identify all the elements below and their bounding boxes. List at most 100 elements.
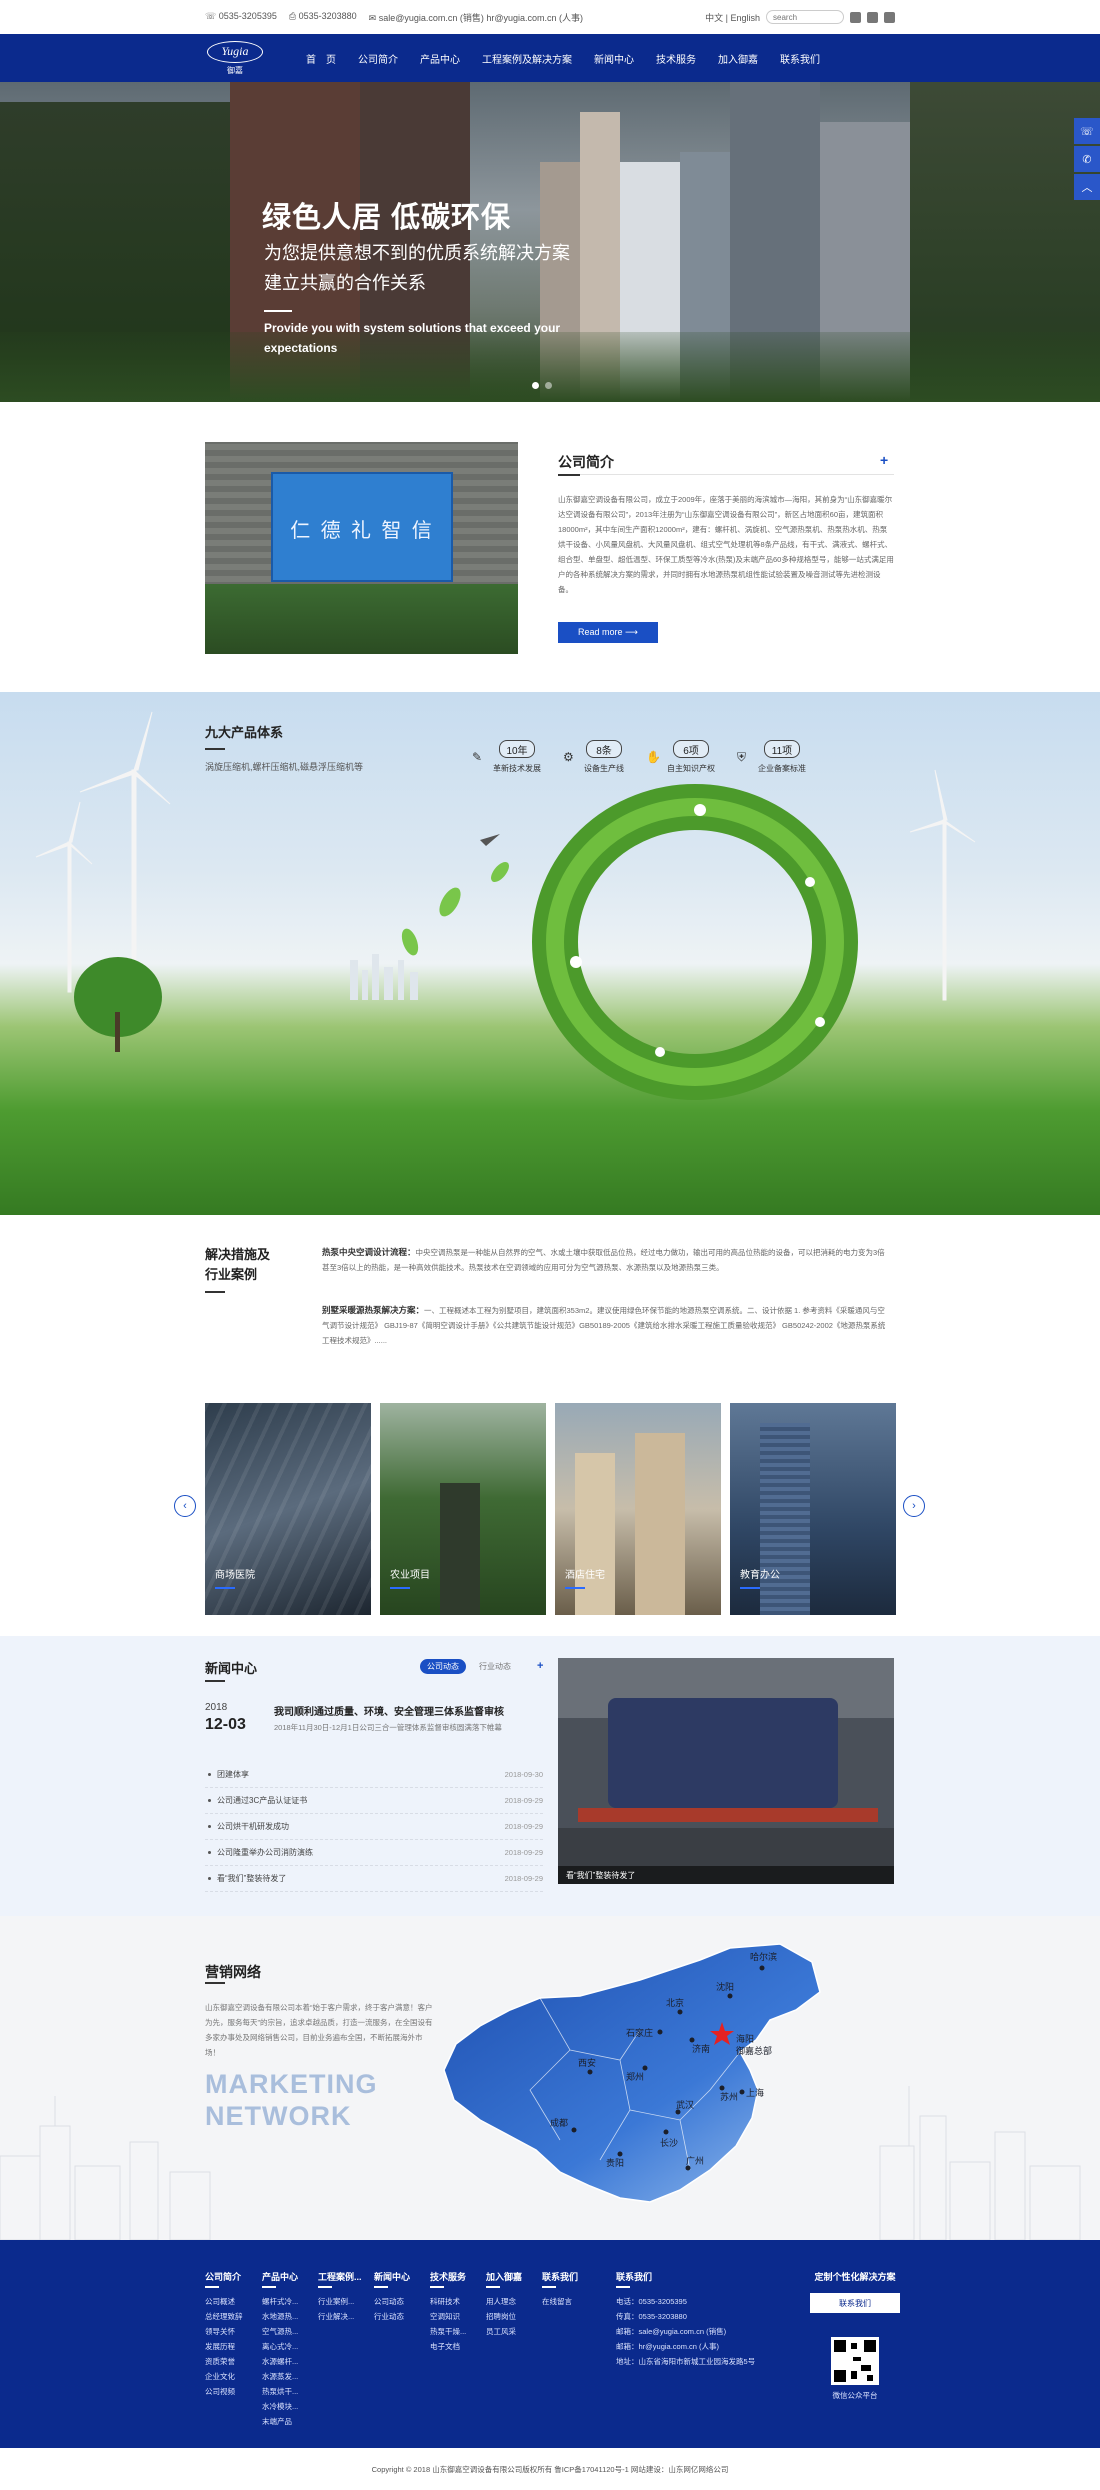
city-label: 郑州 bbox=[626, 2071, 644, 2082]
tab-company-news[interactable]: 公司动态 bbox=[420, 1658, 466, 1674]
list-item[interactable]: 公司隆重举办公司消防演练 2018-09-29 bbox=[205, 1840, 543, 1866]
network-title: 营销网络 bbox=[205, 1964, 261, 1980]
wrench-icon: ✎ bbox=[472, 750, 483, 764]
footer-col: 新闻中心 公司动态 行业动态 bbox=[374, 2272, 411, 2321]
city-label: 上海 bbox=[746, 2087, 764, 2098]
about-title: 公司简介 bbox=[558, 454, 614, 470]
list-item[interactable]: 团建体享 2018-09-30 bbox=[205, 1762, 543, 1788]
nav-item-home[interactable]: 首 页 bbox=[295, 51, 347, 66]
contact-us-button[interactable]: 联系我们 bbox=[810, 2293, 900, 2313]
stat-number: 10年 bbox=[499, 740, 535, 758]
carousel-dot[interactable] bbox=[532, 382, 539, 389]
list-item[interactable]: 看“我们”整装待发了 2018-09-29 bbox=[205, 1866, 543, 1892]
back-to-top-icon[interactable]: ︿ bbox=[1074, 174, 1100, 200]
distant-city bbox=[350, 954, 418, 1000]
hero-title: 绿色人居 低碳环保 bbox=[262, 202, 512, 234]
china-map: 哈尔滨 北京 沈阳 石家庄 济南 西安 海阳 郑州 苏州 上海 武汉 成都 长沙… bbox=[443, 1943, 821, 2203]
footer-col: 联系我们 在线留言 bbox=[542, 2272, 579, 2306]
city-label: 海阳 bbox=[736, 2033, 754, 2044]
copyright-bar: Copyright © 2018 山东御嘉空调设备有限公司版权所有 鲁ICP备1… bbox=[0, 2448, 1100, 2490]
news-year: 2018 bbox=[205, 1702, 228, 1713]
logo-cn: 御嘉 bbox=[227, 65, 243, 75]
email-text: ✉ sale@yugia.com.cn (销售) hr@yugia.com.cn… bbox=[368, 12, 584, 23]
network-section: 营销网络 山东御嘉空调设备有限公司本着“始于客户需求，终于客户满意！客户为先，服… bbox=[0, 1916, 1100, 2240]
network-big-text: MARKETING NETWORK bbox=[205, 2069, 378, 2131]
city-label: 贵阳 bbox=[606, 2157, 624, 2168]
stat-label: 企业备案标准 bbox=[758, 764, 806, 773]
city-label: 济南 bbox=[692, 2043, 710, 2054]
shield-icon: ⛨ bbox=[737, 750, 747, 764]
case-card[interactable]: 教育办公 bbox=[730, 1403, 896, 1615]
plus-icon[interactable]: + bbox=[530, 1658, 550, 1674]
news-section: 新闻中心 公司动态 行业动态 + 2018 12-03 我司顺利通过质量、环境、… bbox=[0, 1636, 1100, 1916]
next-arrow-icon[interactable]: › bbox=[903, 1495, 925, 1517]
search-input[interactable] bbox=[766, 10, 844, 24]
qq-icon[interactable] bbox=[867, 11, 878, 23]
divider bbox=[205, 1982, 225, 1984]
phone-icon[interactable]: ☏ bbox=[1074, 118, 1100, 144]
news-list: 团建体享 2018-09-30 公司通过3C产品认证证书 2018-09-29 公司… bbox=[205, 1762, 543, 1892]
blue-wall: 仁 德 礼 智 信 bbox=[271, 472, 453, 582]
weibo-icon[interactable] bbox=[850, 11, 861, 23]
nav-item-about[interactable]: 公司简介 bbox=[347, 51, 409, 66]
stat-item: ⛨ 11项 企业备案标准 bbox=[737, 740, 806, 774]
divider bbox=[205, 748, 225, 750]
logo-mark: Yugia bbox=[207, 40, 263, 63]
case-card[interactable]: 酒店住宅 bbox=[555, 1403, 721, 1615]
solution-item[interactable]: 别墅采暖源热泵解决方案：一、工程概述本工程为别墅项目，建筑面积353m2。建议使… bbox=[322, 1303, 892, 1348]
case-card[interactable]: 商场医院 bbox=[205, 1403, 371, 1615]
stat-item: ⚙ 8条 设备生产线 bbox=[563, 740, 624, 774]
carousel-dot[interactable] bbox=[545, 382, 552, 389]
nav-item-contact[interactable]: 联系我们 bbox=[769, 51, 831, 66]
case-label: 教育办公 bbox=[740, 1570, 780, 1581]
wechat-icon[interactable] bbox=[884, 11, 895, 23]
case-card[interactable]: 农业项目 bbox=[380, 1403, 546, 1615]
stat-label: 革新技术发展 bbox=[493, 764, 541, 773]
tab-industry-news[interactable]: 行业动态 bbox=[472, 1659, 518, 1674]
news-photo[interactable]: 看“我们”整装待发了 bbox=[558, 1658, 894, 1884]
footer-col: 工程案例... 行业案例... 行业解决... bbox=[318, 2272, 362, 2321]
phone-icon: ☏ bbox=[205, 10, 217, 21]
fax-text: ⎙ 0535-3203880 bbox=[288, 10, 357, 21]
stat-number: 6项 bbox=[673, 740, 709, 758]
nav-item-service[interactable]: 技术服务 bbox=[645, 51, 707, 66]
nav-item-join[interactable]: 加入御嘉 bbox=[707, 51, 769, 66]
divider bbox=[205, 1291, 225, 1293]
plus-icon[interactable]: + bbox=[880, 452, 888, 468]
city-label: 武汉 bbox=[676, 2099, 694, 2110]
read-more-button[interactable]: Read more ⟶ bbox=[558, 622, 658, 643]
nav-item-cases[interactable]: 工程案例及解决方案 bbox=[471, 51, 583, 66]
stat-label: 自主知识产权 bbox=[667, 764, 715, 773]
solution-item[interactable]: 热泵中央空调设计流程：中央空调热泵是一种能从自然界的空气、水或土壤中获取低品位热… bbox=[322, 1245, 892, 1275]
footer-contact: 联系我们 电话：0535-3205395 传真：0535-3203880 邮箱：… bbox=[616, 2272, 756, 2366]
fax-icon: ⎙ bbox=[288, 10, 297, 21]
news-day: 12-03 bbox=[205, 1716, 246, 1733]
logo[interactable]: Yugia 御嘉 bbox=[205, 39, 265, 77]
case-label: 酒店住宅 bbox=[565, 1570, 605, 1581]
featured-news-title[interactable]: 我司顺利通过质量、环境、安全管理三体系监督审核 bbox=[274, 1703, 504, 1718]
prev-arrow-icon[interactable]: ‹ bbox=[174, 1495, 196, 1517]
qr-caption: 微信公众平台 bbox=[832, 2391, 878, 2400]
nav-item-news[interactable]: 新闻中心 bbox=[583, 51, 645, 66]
plane bbox=[480, 834, 500, 846]
carousel-dots bbox=[532, 382, 552, 389]
wechat-icon[interactable]: ✆ bbox=[1074, 146, 1100, 172]
footer: 公司简介 公司概述 总经理致辞 领导关怀 发展历程 资质荣誉 企业文化 公司视频… bbox=[0, 2240, 1100, 2448]
solutions-title: 解决措施及 行业案例 bbox=[205, 1247, 271, 1282]
nav-item-products[interactable]: 产品中心 bbox=[409, 51, 471, 66]
main-nav: Yugia 御嘉 首 页 公司简介 产品中心 工程案例及解决方案 新闻中心 技术… bbox=[0, 34, 1100, 82]
city-label: 北京 bbox=[666, 1997, 684, 2008]
list-item[interactable]: 公司通过3C产品认证证书 2018-09-29 bbox=[205, 1788, 543, 1814]
mail-icon: ✉ bbox=[368, 12, 377, 23]
hero-divider bbox=[264, 310, 292, 312]
about-section: 仁 德 礼 智 信 公司简介 + 山东御嘉空调设备有限公司，成立于2009年，座… bbox=[0, 402, 1100, 692]
network-desc: 山东御嘉空调设备有限公司本着“始于客户需求，终于客户满意！客户为先，服务每天”的… bbox=[205, 2003, 433, 2057]
wall-sign: 仁 德 礼 智 信 bbox=[290, 518, 434, 542]
list-item[interactable]: 公司烘干机研发成功 2018-09-29 bbox=[205, 1814, 543, 1840]
news-tabs: 公司动态 行业动态 + bbox=[420, 1658, 550, 1674]
hq-label: 御嘉总部 bbox=[736, 2045, 772, 2056]
city-label: 哈尔滨 bbox=[750, 1951, 777, 1962]
language-switch[interactable]: 中文 | English bbox=[705, 11, 760, 24]
hero-english: Provide you with system solutions that e… bbox=[264, 321, 561, 355]
footer-col: 公司简介 公司概述 总经理致辞 领导关怀 发展历程 资质荣誉 企业文化 公司视频 bbox=[205, 2272, 243, 2396]
